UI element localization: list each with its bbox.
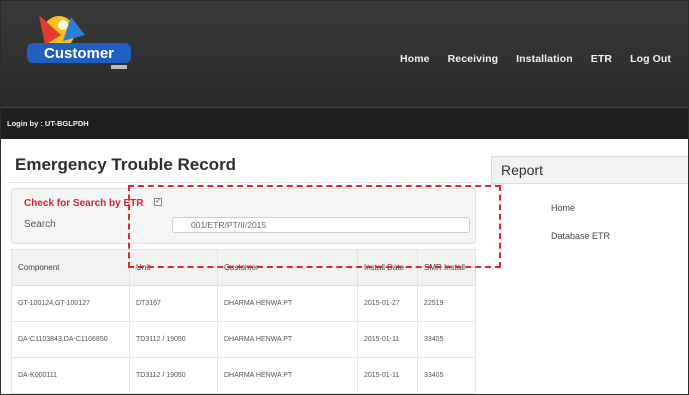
col-install-date[interactable]: Install Date: [357, 249, 418, 286]
table-row[interactable]: DA-K000111 TD3112 / 19050 DHARMA HENWA P…: [11, 357, 476, 394]
etr-search-check-label: Check for Search by ETR: [24, 198, 144, 209]
cell-smr-install: 33405: [417, 357, 476, 394]
search-input[interactable]: [172, 217, 470, 233]
table-header-row: Component Unit Customer Install Date SMR…: [11, 249, 476, 286]
cell-install-date: 2015-01-11: [357, 357, 418, 394]
search-form: Check for Search by ETR ✓ Search: [11, 188, 476, 244]
col-component[interactable]: Component: [11, 249, 130, 286]
logo-text: Customer: [44, 45, 114, 62]
cell-customer: DHARMA HENWA PT: [217, 321, 358, 358]
etr-panel: Emergency Trouble Record Check for Searc…: [7, 146, 477, 394]
cell-customer: DHARMA HENWA PT: [217, 357, 358, 394]
search-label: Search: [24, 219, 56, 230]
cell-unit: TD3112 / 19050: [129, 357, 218, 394]
cell-smr-install: 22519: [417, 285, 476, 322]
cell-install-date: 2015-01-11: [357, 321, 418, 358]
nav-etr[interactable]: ETR: [582, 53, 621, 65]
report-link-database-etr[interactable]: Database ETR: [551, 231, 610, 241]
nav-installation[interactable]: Installation: [507, 53, 582, 65]
login-info: Login by : UT-BGLPDH: [7, 119, 89, 128]
col-smr-install[interactable]: SMR Install: [417, 249, 476, 286]
report-link-home[interactable]: Home: [551, 203, 575, 213]
etr-search-checkbox[interactable]: ✓: [154, 198, 162, 206]
title-divider: [7, 182, 477, 183]
cell-smr-install: 33405: [417, 321, 476, 358]
etr-table: Component Unit Customer Install Date SMR…: [11, 249, 476, 394]
cell-customer: DHARMA HENWA PT: [217, 285, 358, 322]
col-customer[interactable]: Customer: [217, 249, 358, 286]
nav-receiving[interactable]: Receiving: [439, 53, 508, 65]
report-title: Report: [501, 162, 544, 178]
table-row[interactable]: DA-C1103843,DA-C1106850 TD3112 / 19050 D…: [11, 321, 476, 358]
login-bar: Login by : UT-BGLPDH: [1, 107, 688, 139]
cell-unit: TD3112 / 19050: [129, 321, 218, 358]
customer-logo[interactable]: Customer: [19, 5, 141, 83]
cell-component: DA-K000111: [11, 357, 130, 394]
cell-install-date: 2015-01-27: [357, 285, 418, 322]
table-row[interactable]: GT-100124,GT-100127 DT3167 DHARMA HENWA …: [11, 285, 476, 322]
page-title: Emergency Trouble Record: [15, 155, 237, 174]
cell-unit: DT3167: [129, 285, 218, 322]
cell-component: DA-C1103843,DA-C1106850: [11, 321, 130, 358]
nav-home[interactable]: Home: [391, 53, 439, 65]
report-header: Report: [491, 156, 688, 184]
nav-logout[interactable]: Log Out: [621, 53, 680, 65]
report-panel: Report Home Database ETR: [491, 146, 688, 394]
app-window: Customer Home Receiving Installation ETR…: [0, 0, 689, 395]
cell-component: GT-100124,GT-100127: [11, 285, 130, 322]
col-unit[interactable]: Unit: [129, 249, 218, 286]
main-nav: Home Receiving Installation ETR Log Out: [391, 53, 680, 65]
top-navbar: Customer Home Receiving Installation ETR…: [1, 1, 688, 107]
